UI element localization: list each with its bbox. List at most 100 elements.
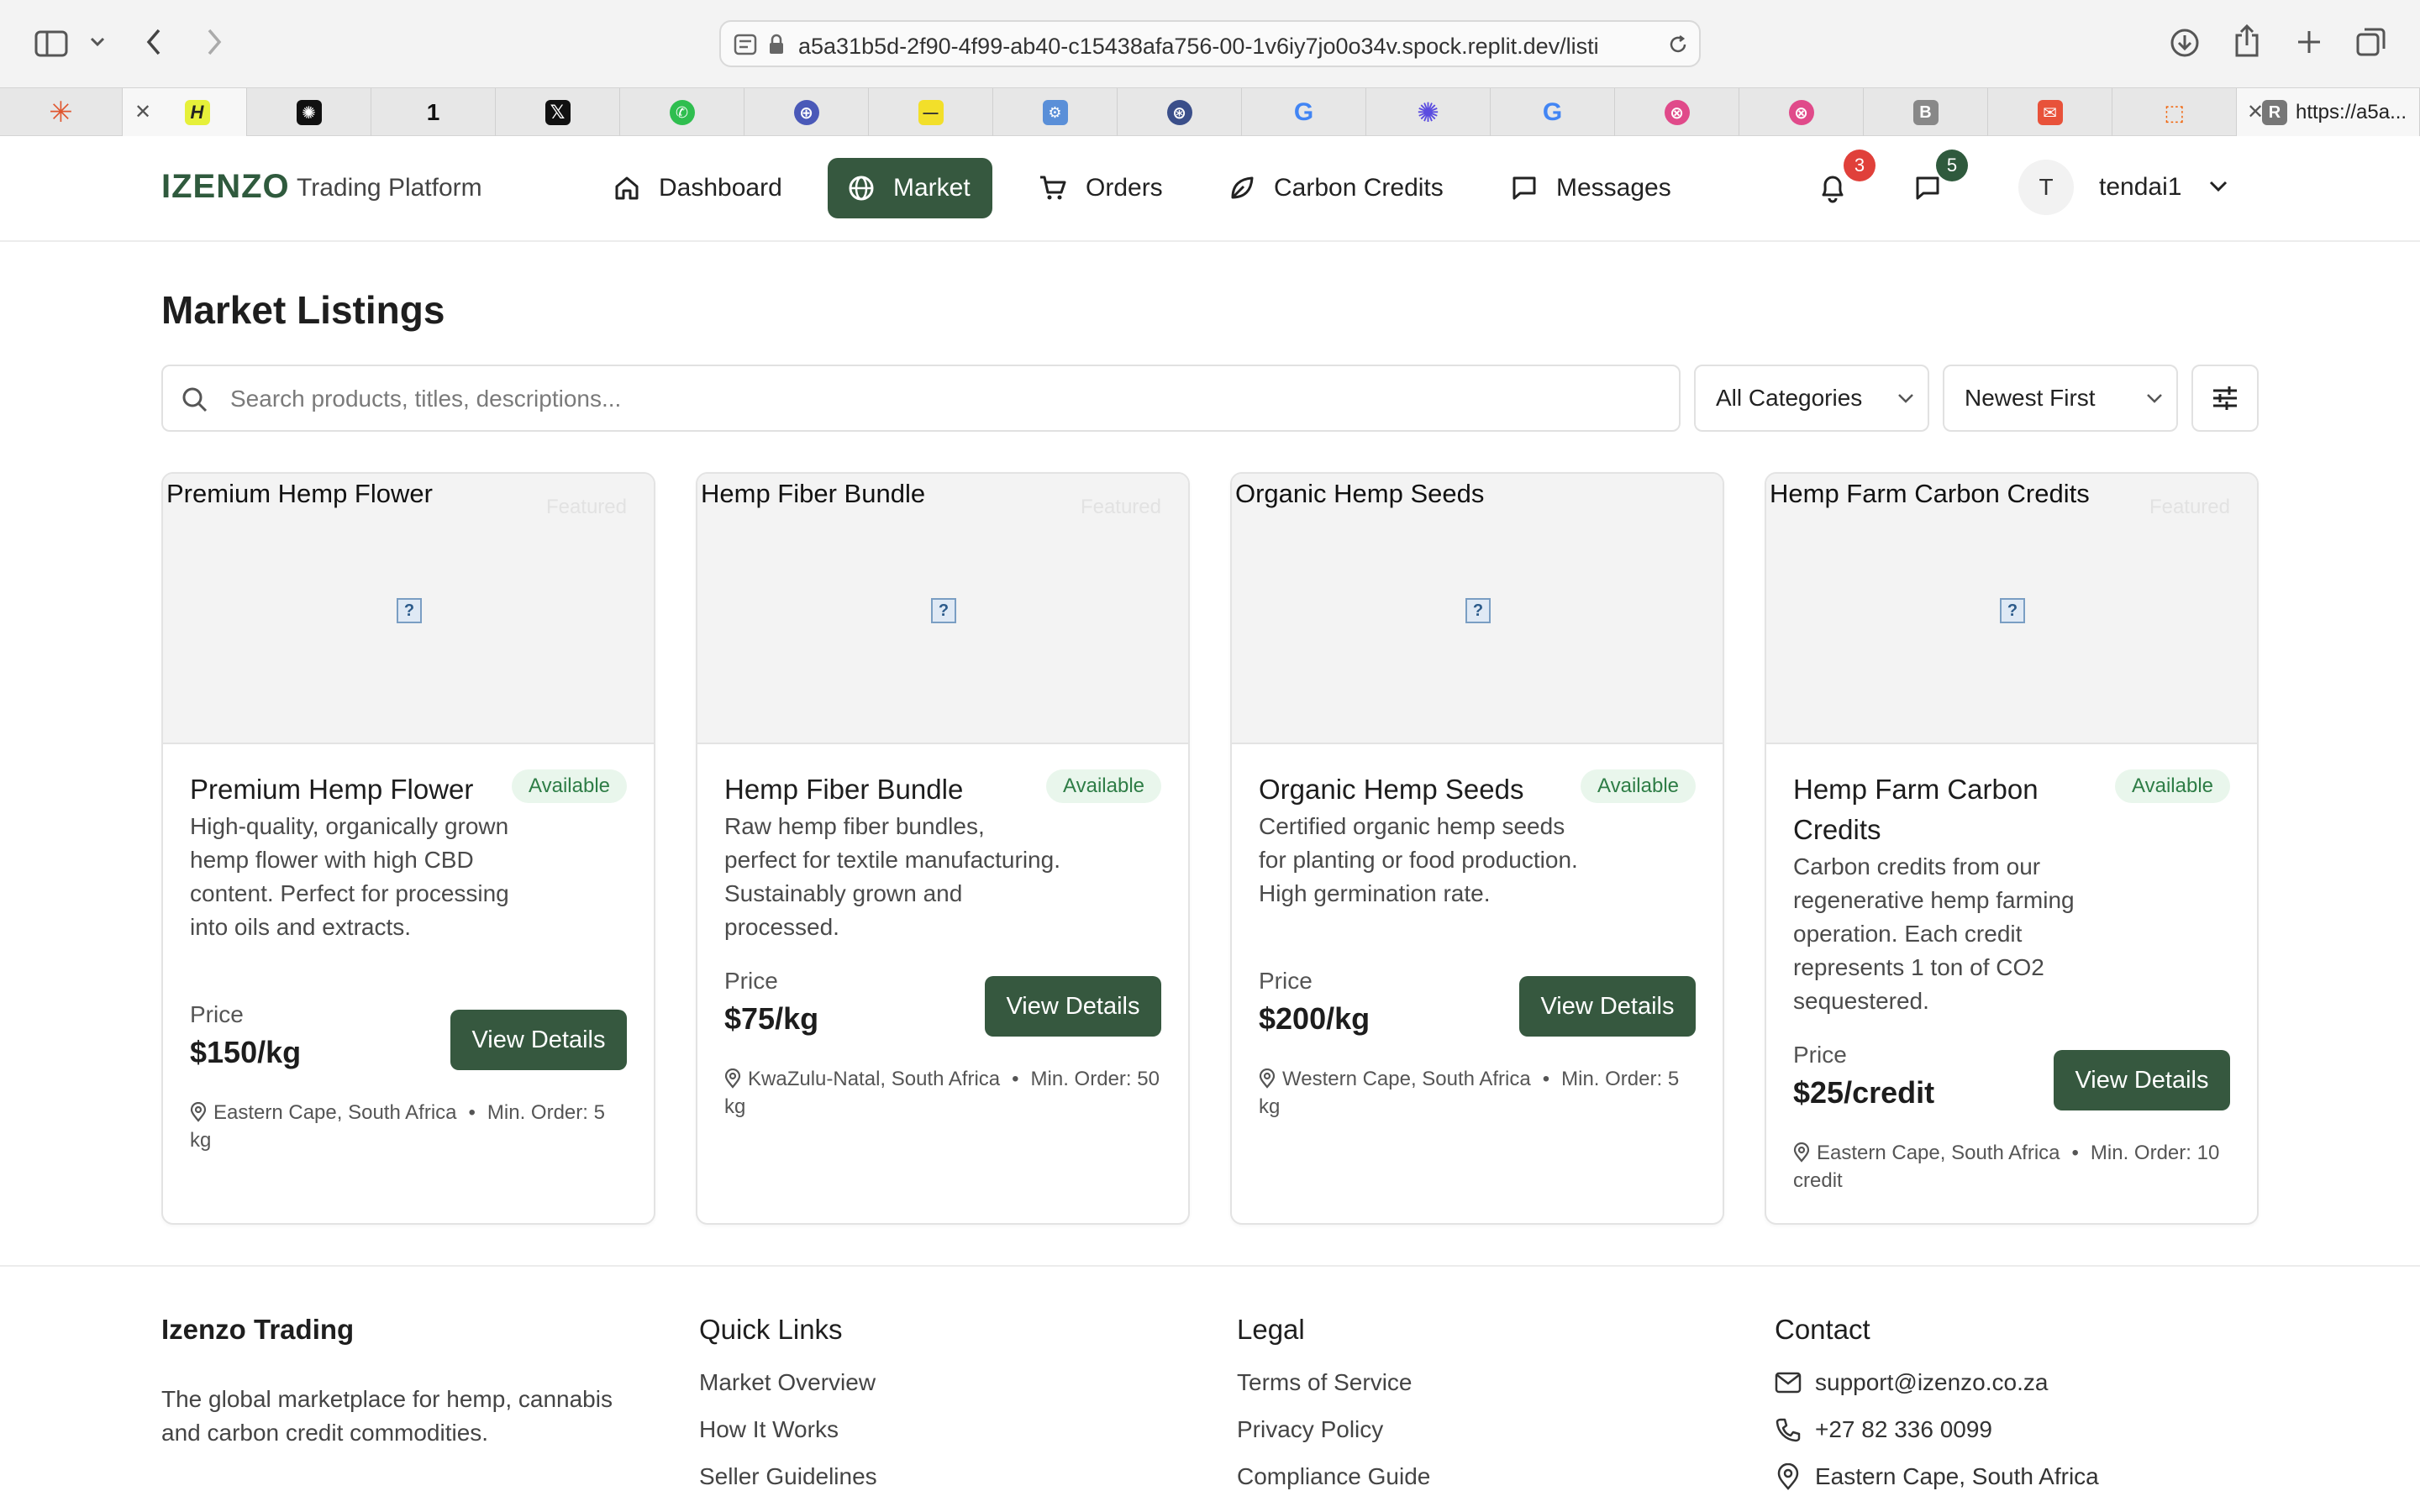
- listing-meta: KwaZulu-Natal, South Africa • Min. Order: …: [724, 1065, 1161, 1121]
- notifications-button[interactable]: [1818, 173, 1852, 207]
- listing-location: Western Cape, South Africa: [1282, 1068, 1531, 1090]
- sort-select[interactable]: Newest First: [1943, 365, 2178, 432]
- tab-current-label: https://a5a...: [2296, 101, 2407, 123]
- listing-location: KwaZulu-Natal, South Africa: [748, 1068, 1001, 1090]
- contact-email[interactable]: support@izenzo.co.za: [1775, 1369, 2048, 1396]
- brand-logo[interactable]: IZENZO: [161, 168, 290, 206]
- view-details-button[interactable]: View Details: [2054, 1050, 2230, 1110]
- search-input[interactable]: [230, 381, 1659, 417]
- sidebar-toggle-icon[interactable]: [34, 27, 69, 60]
- tab-6[interactable]: ✆: [620, 88, 744, 137]
- tab-16[interactable]: B: [1864, 88, 1988, 137]
- tab-17[interactable]: ✉: [1988, 88, 2112, 137]
- back-icon[interactable]: [141, 25, 166, 59]
- footer-link-seller-guidelines[interactable]: Seller Guidelines: [699, 1463, 877, 1490]
- price-label: Price: [724, 968, 778, 994]
- avatar[interactable]: T: [2018, 160, 2074, 215]
- tab-5[interactable]: 𝕏: [496, 88, 620, 137]
- listing-image-alt: Premium Hemp Flower: [166, 479, 433, 508]
- listing-image[interactable]: Premium Hemp Flower Featured ?: [163, 474, 654, 744]
- footer-link-privacy[interactable]: Privacy Policy: [1237, 1416, 1383, 1443]
- listing-title[interactable]: Organic Hemp Seeds: [1259, 769, 1561, 810]
- tab-9[interactable]: ⚙: [993, 88, 1118, 137]
- view-details-button[interactable]: View Details: [985, 976, 1161, 1037]
- nav-market[interactable]: Market: [828, 158, 992, 218]
- broken-image-icon: ?: [397, 598, 422, 623]
- b-favicon-icon: B: [1912, 100, 1939, 125]
- tab-8[interactable]: —: [869, 88, 993, 137]
- nav-dashboard[interactable]: Dashboard: [610, 158, 795, 218]
- listing-image[interactable]: Organic Hemp Seeds ?: [1232, 474, 1723, 744]
- address-bar[interactable]: a5a31b5d-2f90-4f99-ab40-c15438afa756-00-…: [719, 20, 1701, 67]
- nav-orders[interactable]: Orders: [1039, 158, 1181, 218]
- listing-card[interactable]: Premium Hemp Flower Featured ? Premium H…: [161, 472, 655, 1225]
- contact-phone[interactable]: +27 82 336 0099: [1775, 1416, 1992, 1443]
- new-tab-icon[interactable]: [2294, 27, 2324, 57]
- listing-card[interactable]: Organic Hemp Seeds ? Organic Hemp Seeds …: [1230, 472, 1724, 1225]
- close-tab-icon[interactable]: ✕: [134, 100, 151, 124]
- tab-10[interactable]: ⊛: [1118, 88, 1242, 137]
- tab-13[interactable]: G: [1491, 88, 1615, 137]
- tab-11[interactable]: G: [1242, 88, 1366, 137]
- mail-icon: [1775, 1372, 1802, 1394]
- footer-link-market-overview[interactable]: Market Overview: [699, 1369, 876, 1396]
- tab-12[interactable]: ✺: [1366, 88, 1491, 137]
- listing-card[interactable]: Hemp Fiber Bundle Featured ? Hemp Fiber …: [696, 472, 1190, 1225]
- username[interactable]: tendai1: [2099, 173, 2181, 202]
- view-details-button[interactable]: View Details: [1519, 976, 1696, 1037]
- reload-icon[interactable]: [1665, 32, 1691, 57]
- cart-icon: [1040, 176, 1066, 200]
- listing-title[interactable]: Hemp Fiber Bundle: [724, 769, 1027, 810]
- x-favicon-icon: 𝕏: [544, 100, 571, 125]
- tab-15[interactable]: ⊗: [1739, 88, 1864, 137]
- chevron-down-icon[interactable]: [87, 32, 108, 52]
- page-title: Market Listings: [161, 288, 445, 332]
- forward-icon[interactable]: [202, 25, 227, 59]
- tab-2[interactable]: ✕ H: [123, 88, 247, 137]
- category-select-value: All Categories: [1716, 385, 1863, 411]
- download-icon[interactable]: [2168, 25, 2202, 60]
- tab-current[interactable]: ✕ R https://a5a...: [2237, 88, 2420, 137]
- tab-7[interactable]: ⊕: [744, 88, 869, 137]
- view-details-button[interactable]: View Details: [450, 1010, 627, 1070]
- sliders-icon: [2213, 386, 2237, 410]
- tab-1[interactable]: ✳: [0, 88, 123, 137]
- message-icon: [1512, 176, 1536, 200]
- google-favicon-icon: G: [1293, 98, 1314, 126]
- app-header: IZENZO Trading Platform Dashboard Market…: [0, 136, 2420, 242]
- listing-title[interactable]: Premium Hemp Flower: [190, 769, 492, 810]
- tab-14[interactable]: ⊗: [1615, 88, 1739, 137]
- tab-4[interactable]: 1: [371, 88, 496, 137]
- openai-favicon-icon: ✺: [296, 100, 322, 125]
- footer-tagline: The global marketplace for hemp, cannabi…: [161, 1386, 613, 1446]
- listing-image[interactable]: Hemp Farm Carbon Credits Featured ?: [1766, 474, 2257, 744]
- status-badge: Available: [1581, 769, 1696, 803]
- listing-image[interactable]: Hemp Fiber Bundle Featured ?: [697, 474, 1188, 744]
- share-icon[interactable]: [2232, 22, 2262, 60]
- category-select[interactable]: All Categories: [1694, 365, 1929, 432]
- nav-carbon-credits[interactable]: Carbon Credits: [1228, 158, 1464, 218]
- tab-3[interactable]: ✺: [247, 88, 371, 137]
- page-settings-icon[interactable]: [733, 32, 758, 57]
- price-value: $75/kg: [724, 1001, 819, 1036]
- map-pin-icon: [1777, 1463, 1799, 1490]
- listing-title[interactable]: Hemp Farm Carbon Credits: [1793, 769, 2070, 850]
- user-menu-chevron-icon[interactable]: [2208, 180, 2230, 197]
- messages-button[interactable]: [1914, 175, 1944, 205]
- chat-icon: [1916, 176, 1939, 200]
- footer-link-terms[interactable]: Terms of Service: [1237, 1369, 1413, 1396]
- footer-quick-links-heading: Quick Links: [699, 1314, 843, 1345]
- listing-image-alt: Hemp Fiber Bundle: [701, 479, 926, 508]
- listing-location: Eastern Cape, South Africa: [1817, 1142, 2060, 1164]
- footer-link-how-it-works[interactable]: How It Works: [699, 1416, 839, 1443]
- contact-address: Eastern Cape, South Africa: [1775, 1463, 2099, 1490]
- chevron-down-icon: [2147, 394, 2162, 403]
- footer-link-compliance[interactable]: Compliance Guide: [1237, 1463, 1430, 1490]
- tab-18[interactable]: ⬚: [2112, 88, 2237, 137]
- price-label: Price: [190, 1001, 244, 1027]
- price-value: $25/credit: [1793, 1075, 1935, 1110]
- tab-overview-icon[interactable]: [2354, 25, 2388, 59]
- nav-messages[interactable]: Messages: [1511, 158, 1687, 218]
- filters-button[interactable]: [2191, 365, 2259, 432]
- listing-card[interactable]: Hemp Farm Carbon Credits Featured ? Hemp…: [1765, 472, 2259, 1225]
